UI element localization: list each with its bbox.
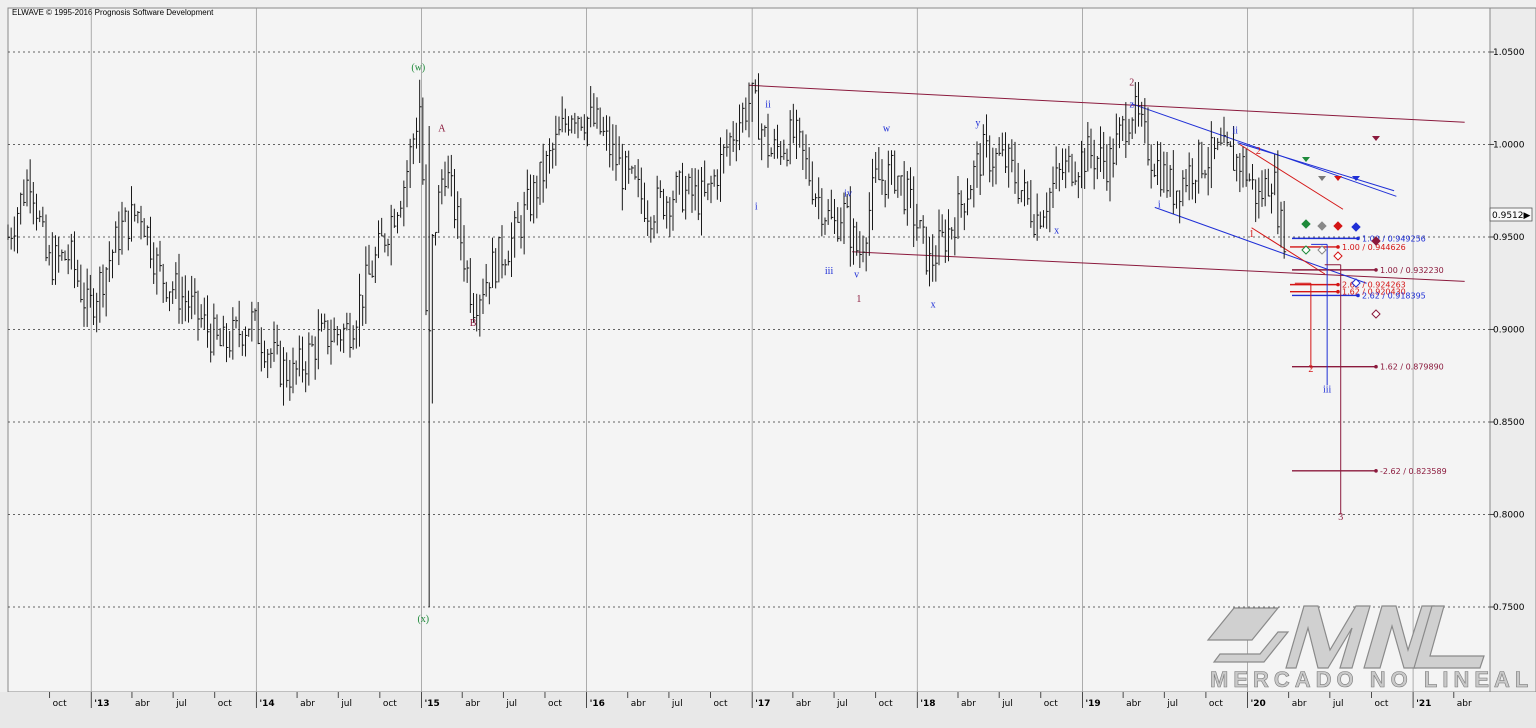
level-dot [1356, 293, 1360, 298]
wave-label: (w) [411, 63, 425, 74]
level-dot [1374, 268, 1378, 272]
wave-label: 1 [856, 294, 861, 305]
x-tick-label: oct [879, 699, 893, 709]
wave-label: iii [1323, 384, 1332, 395]
watermark-text: MERCADO NO LINEAL [1210, 667, 1533, 692]
y-tick-label: 1.0500 [1493, 48, 1525, 58]
x-tick-label: oct [548, 699, 562, 709]
wave-label: 3 [1338, 512, 1343, 523]
wave-label: ii [765, 100, 771, 111]
x-tick-label: '14 [259, 699, 274, 709]
y-tick-label: 1.0000 [1493, 141, 1525, 151]
level-label: -2.62 / 0.823589 [1380, 467, 1447, 476]
wave-label: i [1158, 199, 1161, 210]
wave-label: x [931, 299, 936, 310]
level-dot [1336, 282, 1340, 287]
level-dot [1374, 364, 1378, 369]
wave-label: z [1129, 100, 1134, 111]
wave-label: iii [825, 266, 834, 277]
y-tick-label: 0.8000 [1493, 511, 1525, 521]
x-axis-panel [0, 692, 1536, 728]
x-tick-label: abr [1457, 699, 1472, 709]
x-tick-label: jul [1001, 699, 1013, 709]
level-label: 1.62 / 0.879890 [1380, 363, 1444, 372]
x-tick-label: '20 [1251, 699, 1266, 709]
wave-label: y [975, 118, 980, 129]
level-dot [1356, 236, 1360, 241]
level-dot [1336, 245, 1340, 249]
x-tick-label: '18 [920, 699, 935, 709]
x-tick-label: jul [1332, 699, 1344, 709]
x-tick-label: oct [1044, 699, 1058, 709]
level-label: 2.62 / 0.918395 [1362, 291, 1426, 300]
wave-label: (x) [417, 614, 429, 625]
y-tick-label: 0.9500 [1493, 233, 1525, 243]
wave-label: iv [844, 188, 852, 199]
x-tick-label: jul [836, 699, 848, 709]
wave-label: A [438, 124, 446, 135]
y-tick-label: 0.8500 [1493, 418, 1525, 428]
wave-label: x [1054, 225, 1059, 236]
elliott-wave-chart: ELWAVE © 1995-2016 Prognosis Software De… [0, 0, 1536, 728]
x-tick-label: '19 [1085, 699, 1100, 709]
x-tick-label: abr [135, 699, 150, 709]
wave-label: 1 [1249, 229, 1254, 240]
x-tick-label: jul [505, 699, 517, 709]
y-tick-label: 0.7500 [1493, 603, 1525, 613]
wave-label: ii [1233, 125, 1239, 136]
level-label: 1.00 / 0.944626 [1342, 243, 1406, 252]
x-tick-label: oct [53, 699, 67, 709]
x-tick-label: '21 [1416, 699, 1431, 709]
x-tick-label: '16 [590, 699, 605, 709]
price-tag-label: 0.9512▶ [1492, 211, 1530, 221]
x-tick-label: oct [218, 699, 232, 709]
x-tick-label: abr [631, 699, 646, 709]
x-tick-label: jul [671, 699, 683, 709]
x-tick-label: oct [1209, 699, 1223, 709]
x-tick-label: abr [1292, 699, 1307, 709]
x-tick-label: abr [796, 699, 811, 709]
x-tick-label: jul [340, 699, 352, 709]
x-tick-label: '17 [755, 699, 770, 709]
x-tick-label: jul [175, 699, 187, 709]
x-tick-label: oct [383, 699, 397, 709]
x-tick-label: oct [714, 699, 728, 709]
x-tick-label: abr [961, 699, 976, 709]
wave-label: 2 [1129, 77, 1134, 88]
y-tick-label: 0.9000 [1493, 326, 1525, 336]
x-tick-label: '15 [424, 699, 439, 709]
level-label: 1.00 / 0.932230 [1380, 266, 1444, 275]
x-tick-label: abr [465, 699, 480, 709]
level-dot [1336, 289, 1340, 294]
wave-label: i [755, 201, 758, 212]
wave-label: B [470, 318, 477, 329]
wave-label: v [854, 270, 859, 281]
copyright-text: ELWAVE © 1995-2016 Prognosis Software De… [12, 8, 214, 17]
price-tag: 0.9512▶ [1489, 207, 1533, 222]
x-tick-label: abr [1126, 699, 1141, 709]
wave-label: 2 [1256, 146, 1261, 157]
x-tick-label: '13 [94, 699, 109, 709]
wave-label: w [883, 124, 891, 135]
wave-label: 2 [1308, 364, 1313, 375]
level-dot [1374, 469, 1378, 473]
y-axis-panel [1489, 7, 1536, 693]
x-tick-label: abr [300, 699, 315, 709]
x-tick-label: oct [1374, 699, 1388, 709]
x-tick-label: jul [1166, 699, 1178, 709]
